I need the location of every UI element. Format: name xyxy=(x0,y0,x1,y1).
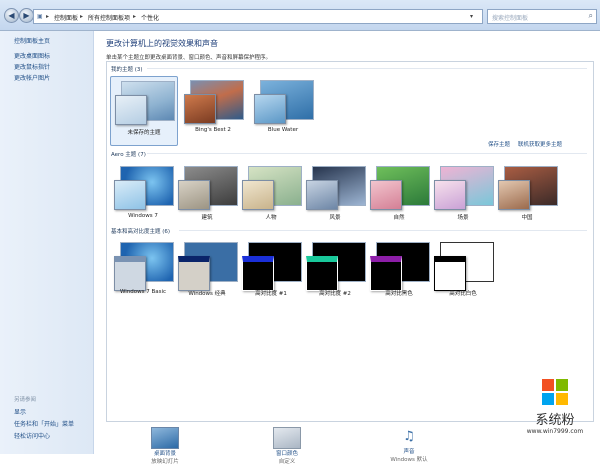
watermark-logo: 系统粉 www.win7999.com xyxy=(510,377,600,454)
theme-label: 场景 xyxy=(457,215,469,221)
desktop-background-value: 放映幻灯片 xyxy=(151,459,179,465)
search-placeholder: 搜索控制面板 xyxy=(492,15,529,22)
sounds-button[interactable]: ♫ 声音 Windows 默认 xyxy=(374,427,444,463)
theme-label: 风景 xyxy=(329,215,341,221)
watermark-url: www.win7999.com xyxy=(526,428,584,435)
theme-scenes[interactable]: 场景 xyxy=(430,162,496,230)
theme-label: 高对比黑色 xyxy=(385,291,413,297)
section-heading-my-themes: 我的主题 (3) xyxy=(111,67,143,73)
sounds-icon: ♫ xyxy=(403,429,415,444)
desktop-background-icon xyxy=(151,427,179,449)
breadcrumb-item-personalization[interactable]: 个性化 xyxy=(141,13,159,22)
theme-thumbnail xyxy=(254,80,314,124)
page-subtitle: 单击某个主题立即更改桌面背景、窗口颜色、声音和屏幕保护程序。 xyxy=(106,55,272,61)
section-heading-aero-themes: Aero 主题 (7) xyxy=(111,152,146,158)
theme-label: 中国 xyxy=(521,215,533,221)
theme-thumbnail xyxy=(184,80,244,124)
theme-unsaved[interactable]: 未保存的主题 xyxy=(110,76,178,146)
sidebar-link-control-panel-home[interactable]: 控制面板主页 xyxy=(14,36,50,45)
theme-label: 人物 xyxy=(265,215,277,221)
theme-windows-7[interactable]: Windows 7 xyxy=(110,162,176,230)
see-also-link-ease-of-access[interactable]: 轻松访问中心 xyxy=(14,431,50,440)
theme-label: Windows 7 xyxy=(128,213,158,219)
theme-blue-water[interactable]: Blue Water xyxy=(250,76,316,144)
window-color-icon xyxy=(273,427,301,449)
theme-windows-7-basic[interactable]: Windows 7 Basic xyxy=(110,238,176,306)
save-theme-link[interactable]: 保存主题 xyxy=(488,140,510,148)
divider xyxy=(179,230,587,231)
theme-nature[interactable]: 自然 xyxy=(366,162,432,230)
search-icon[interactable]: ⌕ xyxy=(589,11,593,21)
back-arrow-icon[interactable]: ◀ xyxy=(4,8,19,23)
theme-characters[interactable]: 人物 xyxy=(238,162,304,230)
theme-landscapes[interactable]: 风景 xyxy=(302,162,368,230)
theme-windows-classic[interactable]: Windows 经典 xyxy=(174,238,240,306)
theme-label: 高对比度 #2 xyxy=(319,291,351,297)
theme-architecture[interactable]: 建筑 xyxy=(174,162,240,230)
sidebar: 控制面板主页 更改桌面图标 更改鼠标指针 更改帐户图片 另请参阅 显示 任务栏和… xyxy=(0,31,94,454)
theme-label: Blue Water xyxy=(267,127,299,133)
theme-china[interactable]: 中国 xyxy=(494,162,560,230)
sidebar-link-mouse-pointers[interactable]: 更改鼠标指针 xyxy=(14,62,50,71)
forward-arrow-icon[interactable]: ▶ xyxy=(19,8,34,23)
theme-label: 高对比度 #1 xyxy=(255,291,287,297)
search-input[interactable]: 搜索控制面板 ⌕ xyxy=(487,9,597,24)
breadcrumb-separator: ▸ xyxy=(133,13,137,20)
divider xyxy=(147,68,587,69)
control-panel-icon: ▣ xyxy=(37,13,43,20)
page-title: 更改计算机上的视觉效果和声音 xyxy=(106,39,218,48)
get-more-themes-online-link[interactable]: 联机获取更多主题 xyxy=(518,140,562,148)
window-color-button[interactable]: 窗口颜色 自定义 xyxy=(252,427,322,465)
watermark-brand: 系统粉 xyxy=(535,413,575,428)
desktop-background-button[interactable]: 桌面背景 放映幻灯片 xyxy=(130,427,200,465)
breadcrumb-item-control-panel[interactable]: 控制面板 xyxy=(54,13,78,22)
breadcrumb-separator: ▸ xyxy=(80,13,84,20)
window-color-label: 窗口颜色 xyxy=(275,451,298,457)
dropdown-arrow-icon[interactable]: ▾ xyxy=(470,13,473,20)
windows-logo-icon xyxy=(542,379,568,405)
address-bar[interactable]: ▣ ▸ 控制面板 ▸ 所有控制面板项 ▸ 个性化 ▾ xyxy=(33,9,483,24)
theme-thumbnail xyxy=(115,81,175,125)
theme-bings-best-2[interactable]: Bing's Best 2 xyxy=(180,76,246,144)
see-also-heading: 另请参阅 xyxy=(14,397,37,403)
theme-high-contrast-1[interactable]: 高对比度 #1 xyxy=(238,238,304,306)
see-also-link-taskbar[interactable]: 任务栏和「开始」菜单 xyxy=(14,419,74,428)
divider xyxy=(147,153,587,154)
theme-high-contrast-black[interactable]: 高对比黑色 xyxy=(366,238,432,306)
theme-label: 高对比白色 xyxy=(449,291,477,297)
theme-label: 未保存的主题 xyxy=(127,130,161,136)
theme-label: 建筑 xyxy=(201,215,213,221)
theme-high-contrast-2[interactable]: 高对比度 #2 xyxy=(302,238,368,306)
section-heading-basic-themes: 基本和高对比度主题 (6) xyxy=(111,229,171,235)
breadcrumb-item-all-items[interactable]: 所有控制面板项 xyxy=(88,13,130,22)
sidebar-link-account-picture[interactable]: 更改帐户图片 xyxy=(14,73,50,82)
sidebar-link-desktop-icons[interactable]: 更改桌面图标 xyxy=(14,51,50,60)
theme-list-panel: 我的主题 (3) 未保存的主题 Bing's Best 2 Blue Water… xyxy=(106,61,594,422)
theme-label: Windows 经典 xyxy=(188,291,226,297)
theme-label: 自然 xyxy=(393,215,405,221)
theme-label: Windows 7 Basic xyxy=(119,289,167,295)
theme-label: Bing's Best 2 xyxy=(195,127,231,133)
see-also-link-display[interactable]: 显示 xyxy=(14,407,26,416)
window-color-value: 自定义 xyxy=(278,459,296,465)
theme-high-contrast-white[interactable]: 高对比白色 xyxy=(430,238,496,306)
sounds-value: Windows 默认 xyxy=(390,457,428,463)
breadcrumb-separator: ▸ xyxy=(46,13,50,20)
address-toolbar: ◀ ▶ ▣ ▸ 控制面板 ▸ 所有控制面板项 ▸ 个性化 ▾ 搜索控制面板 ⌕ xyxy=(0,0,600,31)
desktop-background-label: 桌面背景 xyxy=(153,451,176,457)
